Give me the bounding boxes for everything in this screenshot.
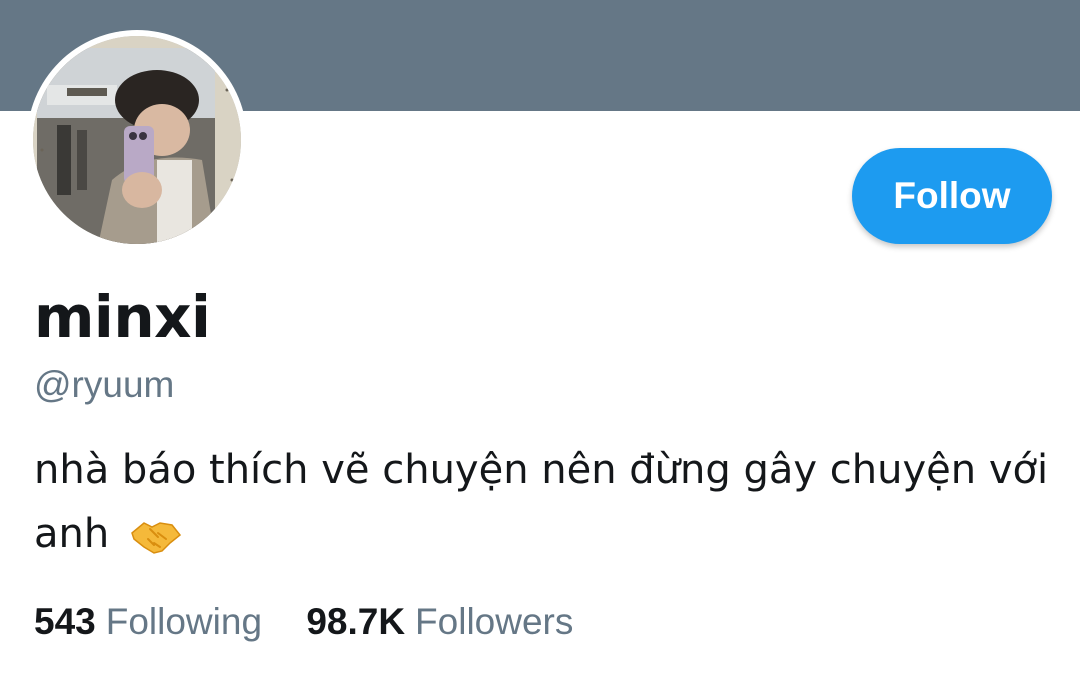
profile-stats: 543 Following 98.7K Followers	[34, 603, 573, 640]
display-name: minxi	[34, 283, 211, 351]
followers-stat[interactable]: 98.7K Followers	[306, 603, 573, 640]
username-handle: @ryuum	[34, 364, 175, 405]
avatar-photo	[33, 36, 241, 244]
profile-bio: nhà báo thích vẽ chuyện nên đừng gây chu…	[34, 438, 1064, 566]
handshake-icon	[130, 512, 182, 554]
following-stat[interactable]: 543 Following	[34, 603, 262, 640]
follow-button[interactable]: Follow	[852, 148, 1052, 244]
avatar[interactable]	[27, 30, 247, 250]
following-label: Following	[105, 601, 263, 642]
following-count: 543	[34, 601, 96, 642]
followers-count: 98.7K	[306, 601, 406, 642]
bio-text: nhà báo thích vẽ chuyện nên đừng gây chu…	[34, 447, 1049, 557]
followers-label: Followers	[415, 601, 574, 642]
